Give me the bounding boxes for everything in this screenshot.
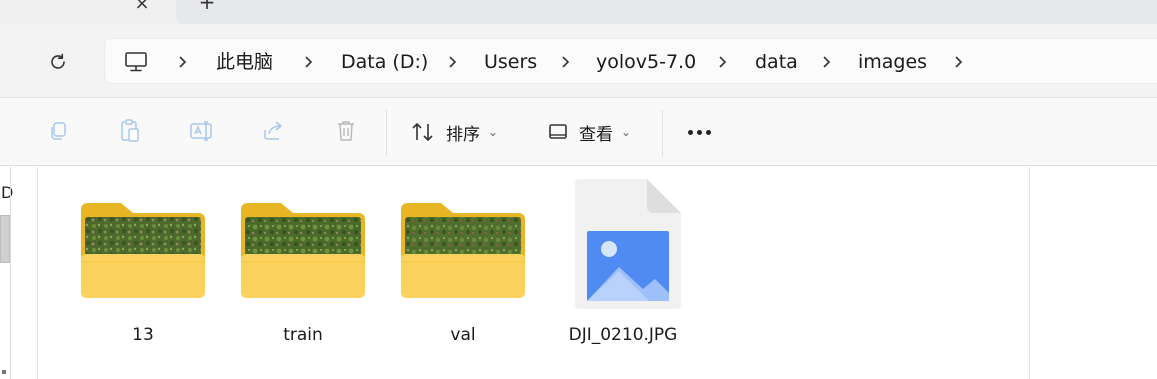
chevron-down-icon: ⌄: [621, 125, 632, 139]
view-button[interactable]: 查看 ⌄: [547, 118, 631, 146]
folder-icon: [81, 203, 205, 298]
rename-icon: [190, 121, 212, 141]
delete-button[interactable]: [333, 118, 359, 144]
copy-button[interactable]: [45, 118, 71, 144]
folder-icon: [401, 203, 525, 298]
breadcrumb-yolov5[interactable]: yolov5-7.0: [596, 39, 696, 85]
sort-button[interactable]: 排序 ⌄: [410, 118, 498, 146]
scroll-marker: [2, 370, 6, 374]
tab-strip: × +: [0, 0, 1157, 24]
refresh-icon: [51, 53, 65, 69]
file-list: 13 train val DJI_0210.JPG: [39, 167, 1029, 379]
more-options-button[interactable]: [684, 118, 714, 146]
paste-button[interactable]: [117, 118, 143, 144]
chevron-right-icon[interactable]: [951, 39, 965, 85]
chevron-down-icon: ⌄: [488, 125, 499, 139]
item-name: train: [283, 325, 323, 345]
chevron-right-icon[interactable]: [819, 39, 833, 85]
breadcrumb-data[interactable]: data: [755, 39, 798, 85]
rename-button[interactable]: [189, 118, 215, 144]
chevron-right-icon[interactable]: [445, 39, 459, 85]
chevron-right-icon[interactable]: [175, 39, 189, 85]
toolbar-divider: [662, 110, 663, 156]
share-icon: [264, 121, 282, 140]
close-tab-button[interactable]: ×: [130, 0, 154, 14]
tab-area: [176, 0, 1157, 24]
folder-item-13[interactable]: 13: [73, 167, 213, 367]
this-pc-icon[interactable]: [123, 50, 149, 74]
item-name: val: [450, 325, 476, 345]
pane-divider: [10, 167, 11, 379]
new-tab-button[interactable]: +: [196, 0, 218, 12]
breadcrumb-data-drive[interactable]: Data (D:): [341, 39, 428, 85]
copy-icon: [51, 122, 66, 140]
view-label: 查看: [579, 124, 613, 145]
sort-label: 排序: [446, 124, 480, 145]
folder-item-val[interactable]: val: [393, 167, 533, 367]
share-button[interactable]: [261, 118, 287, 144]
trash-icon: [338, 121, 354, 141]
address-bar[interactable]: 此电脑 Data (D:) Users yolov5-7.0 data imag…: [104, 38, 1157, 84]
paste-icon: [121, 119, 139, 142]
chevron-right-icon[interactable]: [301, 39, 315, 85]
folder-item-train[interactable]: train: [233, 167, 373, 367]
item-name: DJI_0210.JPG: [568, 325, 678, 345]
item-name: 13: [132, 325, 154, 345]
navigation-bar: 此电脑 Data (D:) Users yolov5-7.0 data imag…: [0, 24, 1157, 98]
refresh-button[interactable]: [44, 48, 72, 76]
view-icon: [549, 124, 567, 139]
nav-pane-item[interactable]: D: [1, 183, 13, 202]
file-item-dji-0210[interactable]: DJI_0210.JPG: [553, 167, 693, 367]
command-toolbar: 排序 ⌄ 查看 ⌄: [0, 98, 1157, 166]
toolbar-divider: [386, 110, 387, 156]
details-pane: [1029, 167, 1157, 379]
chevron-right-icon[interactable]: [715, 39, 729, 85]
breadcrumb-users[interactable]: Users: [484, 39, 537, 85]
chevron-right-icon[interactable]: [558, 39, 572, 85]
more-icon: [687, 129, 693, 135]
breadcrumb-images[interactable]: images: [858, 39, 927, 85]
breadcrumb-this-pc[interactable]: 此电脑: [216, 39, 273, 85]
navigation-pane: D: [0, 167, 38, 379]
sort-icon: [412, 123, 433, 141]
image-file-icon: [575, 179, 681, 309]
nav-pane-scrollbar[interactable]: [0, 215, 10, 263]
folder-icon: [241, 203, 365, 298]
